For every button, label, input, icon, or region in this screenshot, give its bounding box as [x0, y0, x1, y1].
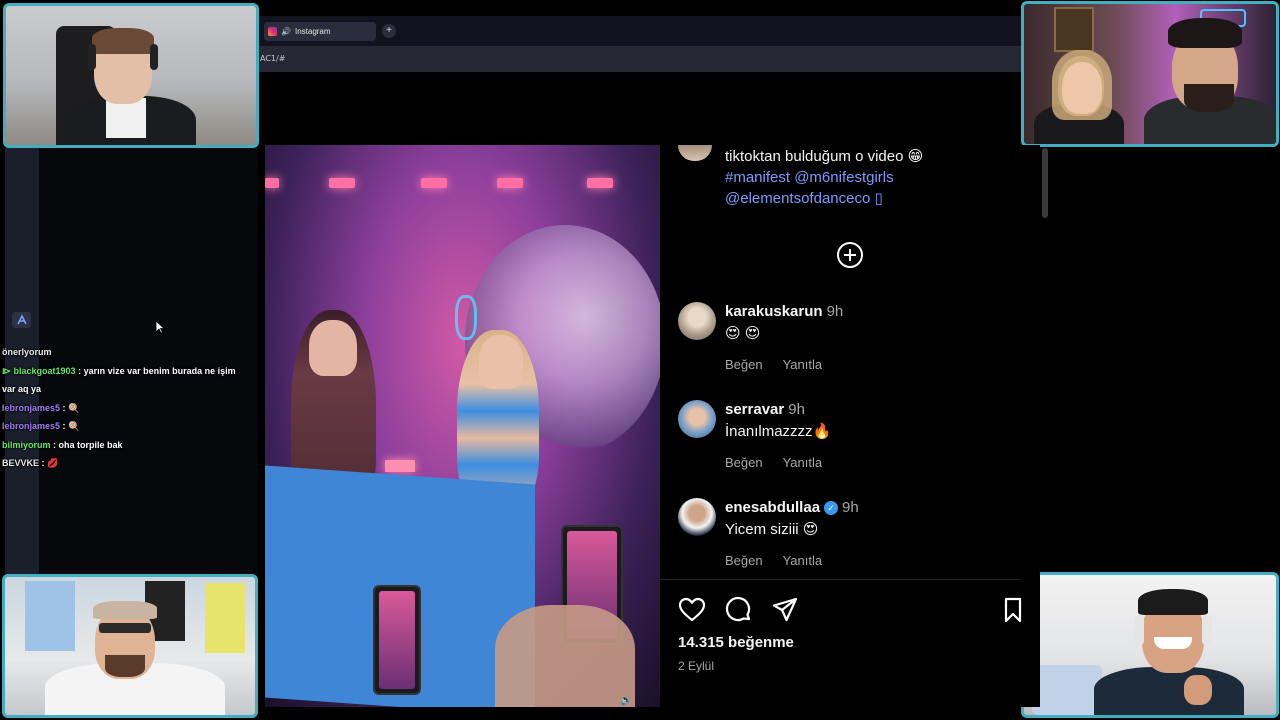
chat-line: lebronjames5 : 🍭 — [2, 421, 80, 431]
chat-line: önerlyorum — [2, 347, 52, 357]
divider — [660, 579, 1020, 580]
comment-username[interactable]: karakuskarun 9h — [725, 303, 843, 320]
like-comment-button[interactable]: Beğen — [725, 455, 763, 470]
share-icon[interactable] — [771, 596, 799, 624]
comment-text: İnanılmazzzz🔥 — [725, 423, 832, 440]
app-launcher-icon[interactable] — [12, 312, 31, 328]
chat-line: var aq ya — [2, 384, 42, 394]
comment-icon[interactable] — [725, 596, 753, 624]
comment-actions: Beğen Yanıtla — [725, 553, 822, 568]
chat-line: lebronjames5 : 🍭 — [2, 402, 80, 413]
comment-time: 9h — [826, 303, 844, 320]
comment-username[interactable]: serravar 9h — [725, 401, 805, 418]
mute-icon[interactable]: 🔈 — [620, 695, 632, 706]
comment-text: 😍 😍 — [725, 325, 761, 342]
stream-chat: önerlyorum ⧐ blackgoat1903 : yarın vize … — [2, 343, 258, 473]
add-comment-icon[interactable] — [836, 241, 864, 269]
address-bar[interactable]: AC1/# — [258, 46, 1022, 72]
chat-line: bilmiyorum : oha torpile bak — [2, 439, 123, 450]
comment-username[interactable]: enesabdullaa ✓ 9h — [725, 499, 859, 516]
webcam-top-right — [1021, 1, 1279, 147]
post-video[interactable]: 🔈 — [265, 145, 660, 707]
tab-label: Instagram — [294, 27, 331, 36]
avatar[interactable] — [678, 302, 716, 340]
like-comment-button[interactable]: Beğen — [725, 357, 763, 372]
comment-text: Yicem siziii 😍 — [725, 521, 819, 538]
webcam-bottom-right — [1021, 572, 1279, 718]
url-text: AC1/# — [260, 54, 286, 63]
avatar[interactable] — [678, 498, 716, 536]
likes-count[interactable]: 14.315 beğenme — [678, 634, 794, 651]
comment-actions: Beğen Yanıtla — [725, 357, 822, 372]
caption-tags[interactable]: #manifest @m6nifestgirls — [725, 167, 923, 188]
comment-time: 9h — [788, 401, 805, 418]
post-sidebar — [660, 145, 1040, 707]
tab-instagram[interactable]: 🔊 Instagram — [264, 22, 376, 41]
webcam-bottom-left — [2, 574, 258, 718]
speaker-icon[interactable]: 🔊 — [281, 27, 291, 36]
bookmark-icon[interactable] — [1002, 596, 1022, 624]
chat-line: ⧐ blackgoat1903 : yarın vize var benim b… — [2, 365, 236, 376]
browser-tab-bar: 🔊 Instagram + — [258, 16, 1022, 46]
reply-button[interactable]: Yanıtla — [783, 357, 823, 372]
webcam-top-left — [3, 3, 259, 148]
caption-text: tiktoktan bulduğum o video 😁 — [725, 148, 924, 165]
post-caption: tiktoktan bulduğum o video 😁 #manifest @… — [725, 146, 923, 209]
heart-icon[interactable] — [678, 596, 706, 624]
comment-time: 9h — [842, 499, 859, 516]
avatar[interactable] — [678, 400, 716, 438]
reply-button[interactable]: Yanıtla — [783, 553, 823, 568]
reply-button[interactable]: Yanıtla — [783, 455, 823, 470]
instagram-icon — [268, 27, 277, 36]
caption-mention[interactable]: @elementsofdanceco ▯ — [725, 188, 923, 209]
verified-badge-icon: ✓ — [824, 501, 839, 515]
post-date: 2 Eylül — [678, 659, 715, 673]
new-tab-button[interactable]: + — [382, 24, 396, 38]
comment-actions: Beğen Yanıtla — [725, 455, 822, 470]
chat-line: BEVVKE : 💋 — [2, 458, 59, 468]
mouse-cursor-icon — [155, 320, 165, 334]
scrollbar[interactable] — [1042, 148, 1048, 218]
like-comment-button[interactable]: Beğen — [725, 553, 763, 568]
